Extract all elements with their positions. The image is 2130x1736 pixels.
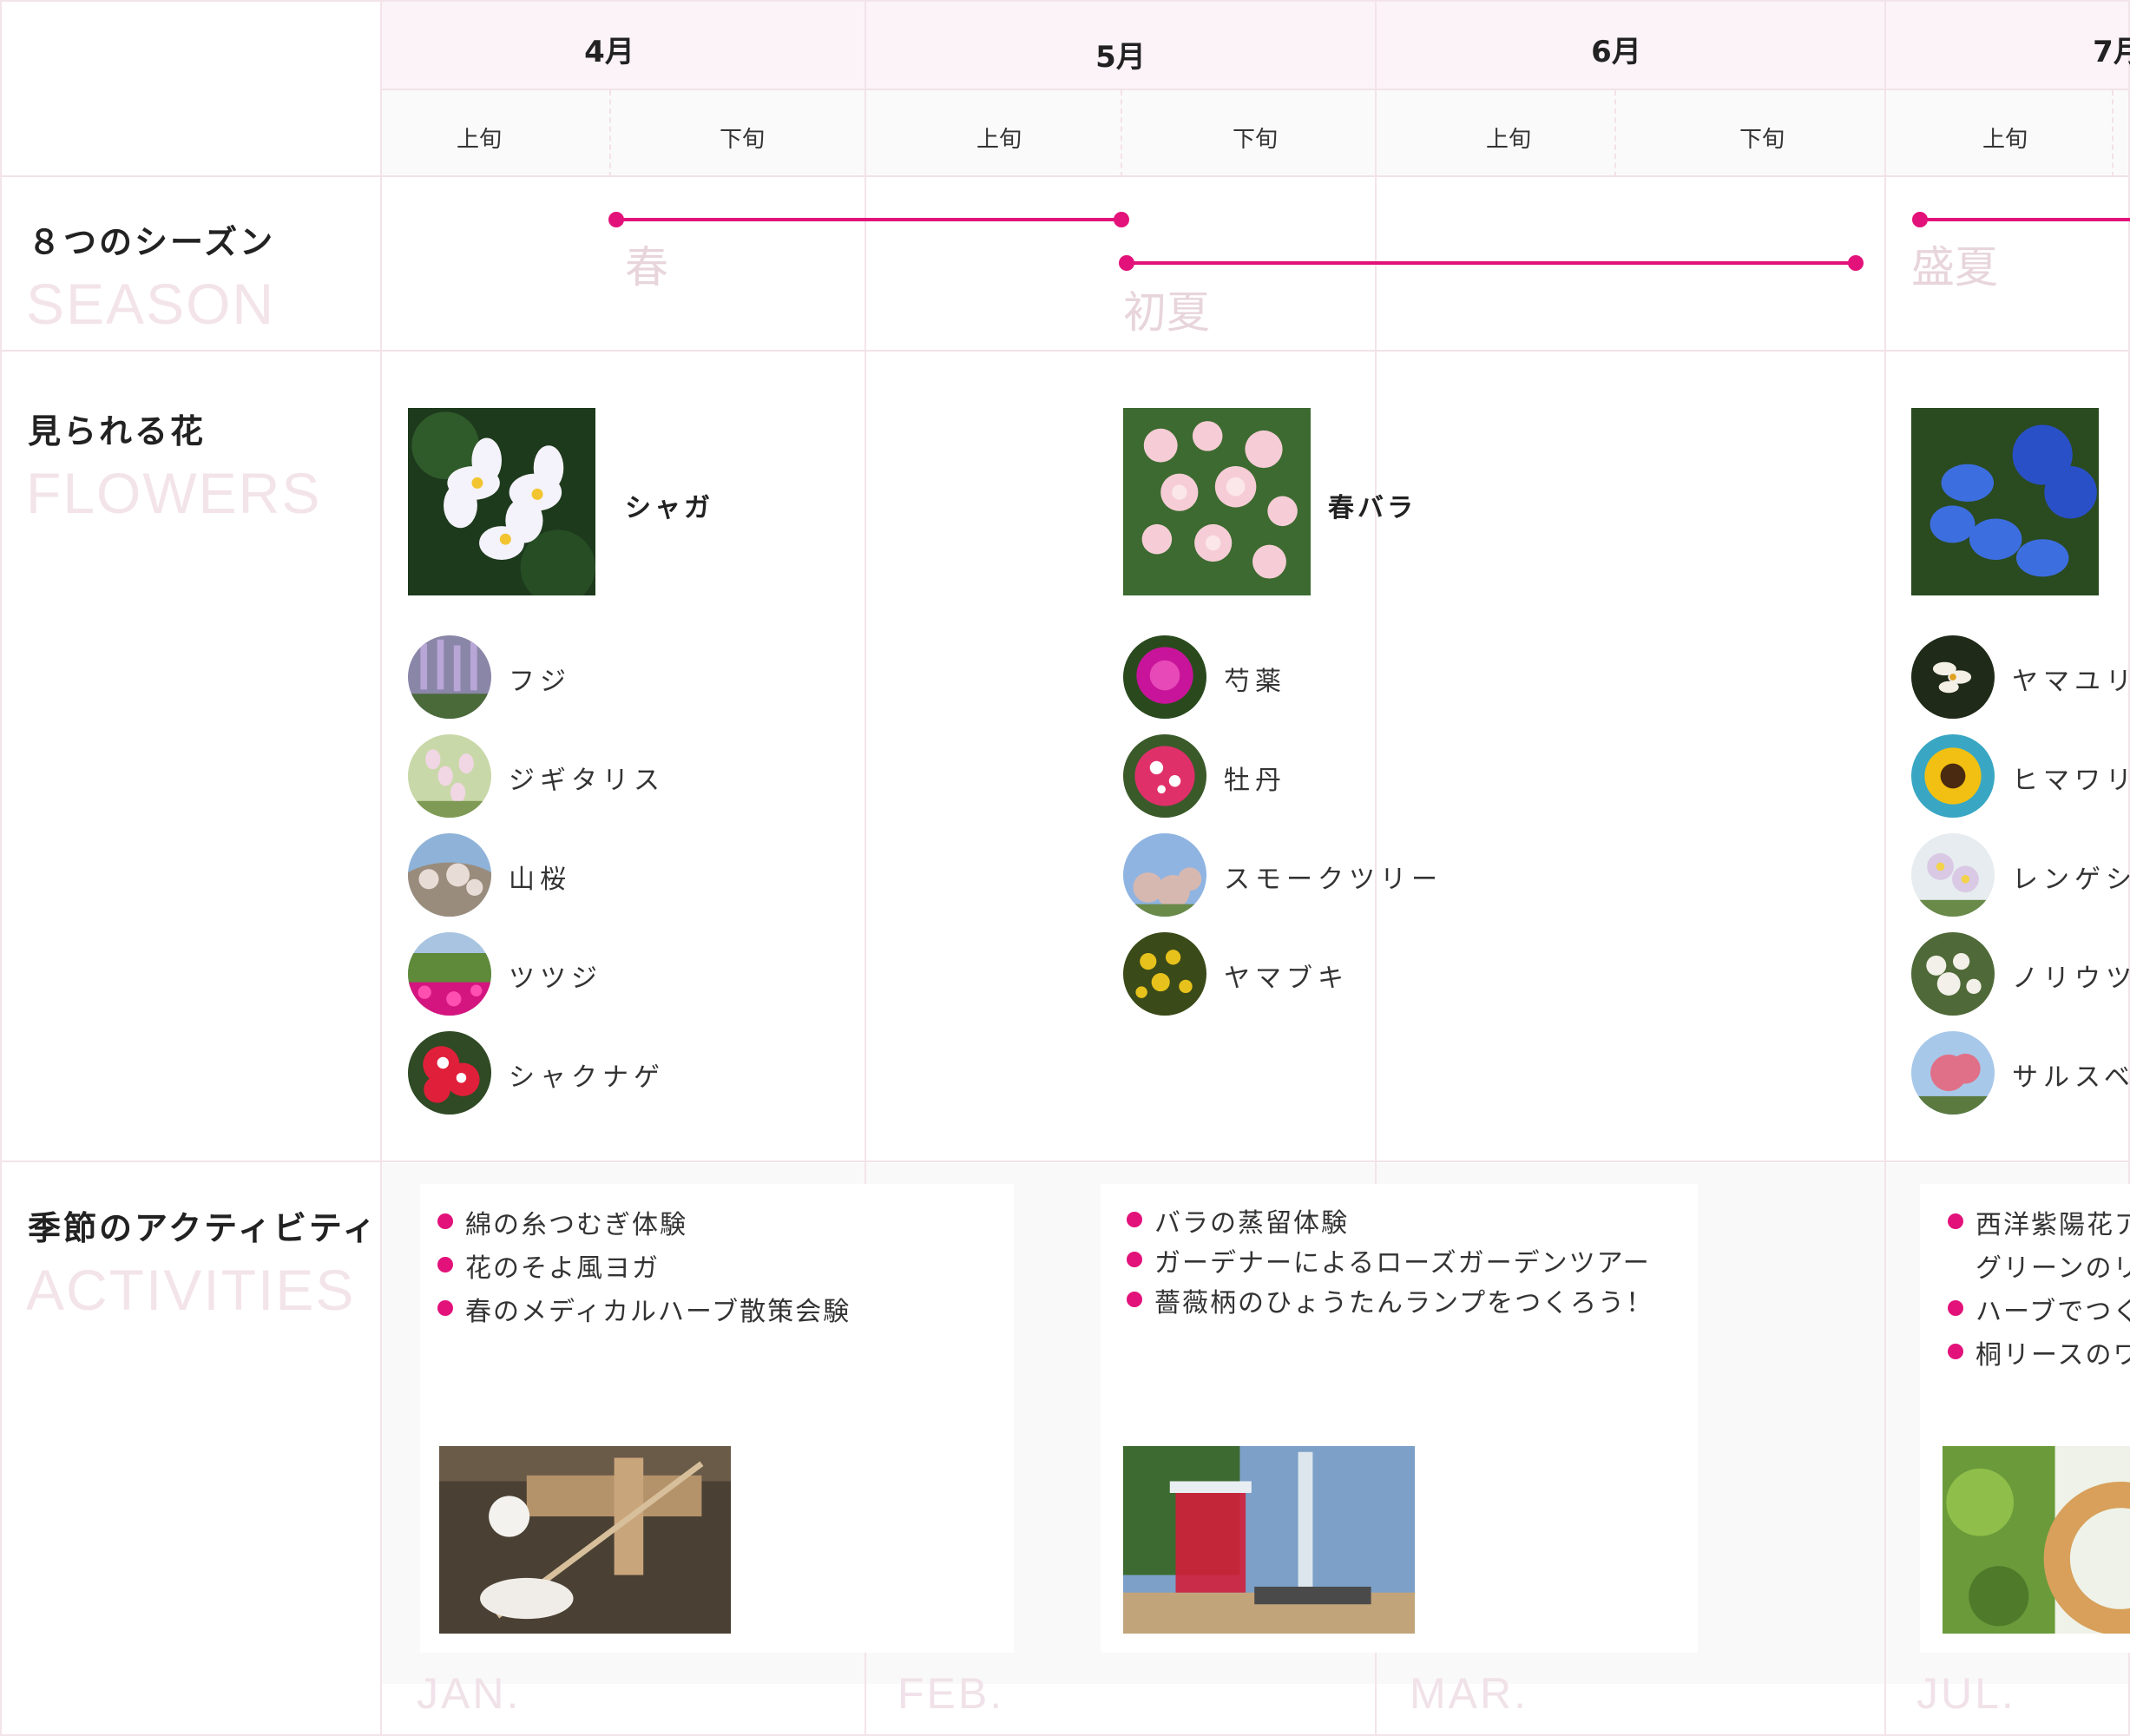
spring-rose-photo	[1123, 408, 1311, 595]
half-label: 上旬	[976, 127, 1022, 153]
flower-name: ヒマワリ	[2012, 766, 2130, 796]
flower-name: 牡丹	[1224, 766, 1286, 796]
feature-flower-name: 春バラ	[1328, 493, 1417, 523]
flower-name: ツツジ	[509, 963, 602, 994]
cotton-spinning-photo	[439, 1446, 731, 1634]
fuji-photo	[408, 635, 491, 719]
activity-card: 綿の糸つむぎ体験 花のそよ風ヨガ 春のメディカルハーブ散策会験	[420, 1184, 1014, 1653]
sarusuberi-photo	[1911, 1031, 1995, 1115]
activity-item[interactable]: 西洋紫陽花ア	[1948, 1203, 2130, 1241]
flower-name: ノリウツ	[2012, 963, 2130, 994]
season-row-title: ８つのシーズン	[28, 223, 276, 261]
flower-name: シャクナゲ	[509, 1062, 665, 1093]
season-bar-midsummer	[1920, 218, 2130, 221]
yamazakura-photo	[408, 833, 491, 917]
season-label-midsummer: 盛夏	[1911, 242, 1998, 293]
season-label-early-summer: 初夏	[1123, 287, 1210, 338]
season-start-dot	[1119, 255, 1134, 271]
flower-name: 芍薬	[1224, 667, 1286, 697]
month-en-label: MAR.	[1410, 1669, 1528, 1718]
yamayuri-photo	[1911, 635, 1995, 719]
ajisai-photo	[1911, 408, 2099, 595]
rose-distillation-photo	[1123, 1446, 1415, 1634]
activity-item[interactable]: ハーブでつく	[1947, 1290, 2130, 1328]
outer-frame	[0, 0, 2130, 1736]
half-label: 上旬	[1485, 127, 1531, 153]
flower-name: レンゲシ	[2012, 865, 2130, 895]
activity-card: 西洋紫陽花ア グリーンのリ ハーブでつく 桐リースのワ	[1920, 1184, 2130, 1653]
activity-item[interactable]: 綿の糸つむぎ体験	[437, 1203, 687, 1241]
activity-item[interactable]: 薔薇柄のひょうたんランプをつくろう！	[1126, 1281, 1653, 1319]
noriutsugi-photo	[1911, 932, 1995, 1016]
activity-item[interactable]: 花のそよ風ヨガ	[437, 1246, 660, 1285]
half-label: 上旬	[1982, 127, 2028, 153]
month-april: 4月	[584, 35, 634, 69]
half-label: 上旬	[456, 127, 502, 153]
botan-photo	[1123, 734, 1206, 818]
activity-item-continuation: グリーンのリ	[1976, 1253, 2130, 1284]
wreath-photo	[1943, 1446, 2130, 1634]
half-label: 下旬	[719, 127, 765, 153]
activity-item[interactable]: ガーデナーによるローズガーデンツアー	[1127, 1241, 1651, 1279]
season-bar-early-summer	[1127, 261, 1856, 265]
flower-name: スモークツリー	[1224, 865, 1443, 895]
digitalis-photo	[408, 734, 491, 818]
season-end-dot	[1848, 255, 1864, 271]
activity-item[interactable]: 桐リースのワ	[1948, 1333, 2130, 1371]
flower-name: 山桜	[509, 865, 571, 895]
month-en-label: JUL.	[1916, 1669, 2016, 1718]
season-bar-spring	[616, 218, 1121, 221]
flower-name: ジギタリス	[509, 766, 665, 796]
flowers-row-subtitle: FLOWERS	[26, 461, 322, 525]
season-start-dot	[608, 212, 624, 227]
shakunage-photo	[408, 1031, 491, 1115]
season-start-dot	[1912, 212, 1928, 227]
half-label: 下旬	[1232, 127, 1278, 153]
half-label: 下旬	[1739, 127, 1785, 153]
tsutsuji-photo	[408, 932, 491, 1016]
flower-name: ヤマユリ	[2012, 667, 2130, 697]
activities-row-title: 季節のアクティビティ	[28, 1209, 378, 1247]
flower-name: サルスベ	[2012, 1062, 2130, 1093]
activity-card: バラの蒸留体験 ガーデナーによるローズガーデンツアー 薔薇柄のひょうたんランプを…	[1101, 1184, 1698, 1653]
activities-row-subtitle: ACTIVITIES	[26, 1258, 356, 1322]
month-may: 5月	[1095, 40, 1146, 75]
month-en-label: FEB.	[897, 1669, 1005, 1718]
himawari-photo	[1911, 734, 1995, 818]
yamabuki-photo	[1123, 932, 1206, 1016]
flowers-row-title: 見られる花	[28, 412, 207, 450]
flower-name: フジ	[509, 667, 571, 697]
season-row-subtitle: SEASON	[26, 272, 276, 336]
month-june: 6月	[1591, 35, 1641, 69]
season-end-dot	[1114, 212, 1129, 227]
activity-item[interactable]: 春のメディカルハーブ散策会験	[437, 1290, 851, 1328]
month-en-label: JAN.	[417, 1669, 522, 1718]
activity-item[interactable]: バラの蒸留体験	[1127, 1201, 1349, 1240]
season-label-spring: 春	[625, 242, 668, 293]
smoketree-photo	[1123, 833, 1206, 917]
rengeshouma-photo	[1911, 833, 1995, 917]
shaga-photo	[408, 408, 595, 595]
month-july: 7月	[2093, 35, 2130, 69]
shakuyaku-photo	[1123, 635, 1206, 719]
feature-flower-name: シャガ	[625, 493, 713, 523]
flower-name: ヤマブキ	[1224, 963, 1349, 994]
